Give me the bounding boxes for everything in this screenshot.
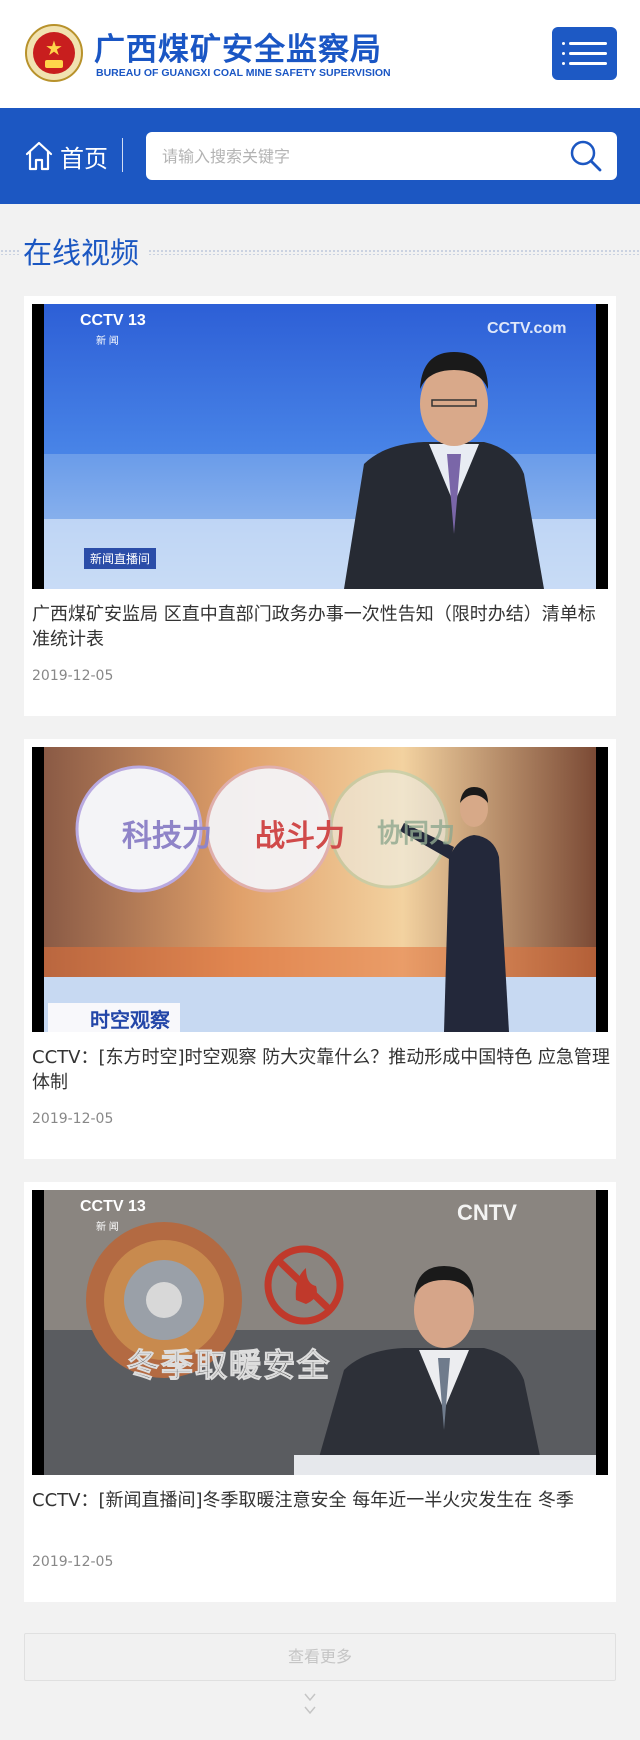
video-title[interactable]: 广西煤矿安监局 区直中直部门政务办事一次性告知（限时办结）清单标准统计表 bbox=[32, 602, 612, 652]
program-tag: 新闻直播间 bbox=[84, 548, 157, 569]
menu-button[interactable] bbox=[552, 27, 617, 80]
video-date: 2019-12-05 bbox=[32, 668, 114, 684]
section-title-decoration bbox=[148, 249, 640, 255]
video-title[interactable]: CCTV：[东方时空]时空观察 防大灾靠什么？推动形成中国特色 应急管理体制 bbox=[32, 1045, 612, 1095]
home-icon bbox=[25, 141, 53, 171]
studio-presenter-image bbox=[44, 747, 596, 1032]
home-label: 首页 bbox=[60, 144, 108, 173]
section-title-decoration bbox=[0, 249, 20, 255]
video-card[interactable]: CCTV 13 新 闻 CCTV.com 新闻直播间 广西煤矿安监局 区直中直部… bbox=[24, 296, 616, 716]
search-input[interactable] bbox=[162, 142, 542, 170]
thumbnail-headline: 冬季取暖安全 bbox=[126, 1347, 332, 1384]
home-link[interactable]: 首页 bbox=[24, 138, 108, 174]
double-chevron-down-icon[interactable] bbox=[303, 1690, 317, 1720]
video-card[interactable]: 科技力 战斗力 协同力 时空观察 CCTV：[东方时空]时空观察 防大灾靠什么？… bbox=[24, 739, 616, 1159]
channel-watermark: CCTV.com bbox=[487, 320, 567, 337]
video-date: 2019-12-05 bbox=[32, 1554, 114, 1570]
heater-news-image bbox=[44, 1190, 596, 1475]
site-subtitle: BUREAU OF GUANGXI COAL MINE SAFETY SUPER… bbox=[96, 67, 391, 79]
circle-label: 科技力 bbox=[122, 820, 212, 853]
channel-sub: 新 闻 bbox=[96, 336, 119, 347]
video-card[interactable]: CCTV 13 新 闻 CNTV 冬季取暖安全 CCTV：[新闻直播间]冬季取暖… bbox=[24, 1182, 616, 1602]
search-icon[interactable] bbox=[568, 138, 604, 174]
view-more-button[interactable]: 查看更多 bbox=[24, 1633, 616, 1681]
channel-sub: 新 闻 bbox=[96, 1222, 119, 1233]
channel-logo: CCTV 13 bbox=[80, 1198, 146, 1215]
circle-label: 协同力 bbox=[377, 818, 456, 848]
nav-bar: 首页 bbox=[0, 108, 640, 204]
national-emblem-icon[interactable]: ★ bbox=[25, 24, 83, 82]
site-header: ★ 广西煤矿安全监察局 BUREAU OF GUANGXI COAL MINE … bbox=[0, 0, 640, 108]
video-date: 2019-12-05 bbox=[32, 1111, 114, 1127]
nav-divider bbox=[122, 138, 123, 172]
video-title[interactable]: CCTV：[新闻直播间]冬季取暖注意安全 每年近一半火灾发生在 冬季 bbox=[32, 1488, 612, 1513]
news-anchor-image bbox=[44, 304, 596, 589]
video-thumbnail[interactable]: CCTV 13 新 闻 CNTV 冬季取暖安全 bbox=[32, 1190, 608, 1475]
site-title[interactable]: 广西煤矿安全监察局 bbox=[94, 24, 382, 69]
video-thumbnail[interactable]: CCTV 13 新 闻 CCTV.com 新闻直播间 bbox=[32, 304, 608, 589]
channel-logo: CCTV 13 bbox=[80, 312, 146, 329]
program-tag: 时空观察 bbox=[48, 1003, 180, 1032]
video-thumbnail[interactable]: 科技力 战斗力 协同力 时空观察 bbox=[32, 747, 608, 1032]
channel-watermark: CNTV bbox=[457, 1200, 517, 1225]
search-box bbox=[146, 132, 617, 180]
circle-label: 战斗力 bbox=[255, 820, 345, 853]
section-title: 在线视频 bbox=[23, 236, 140, 270]
